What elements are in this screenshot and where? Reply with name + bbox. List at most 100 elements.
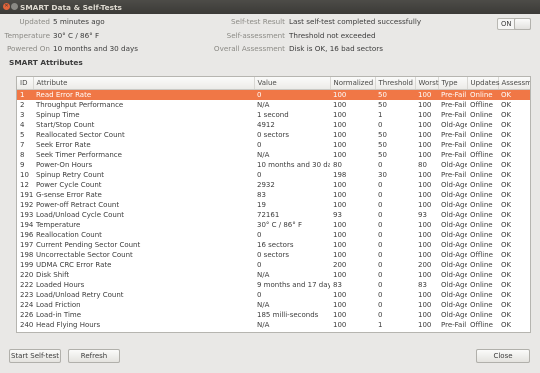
table-row[interactable]: 2 Throughput Performance N/A 100 50 100 Pre-Fa… xyxy=(17,100,530,110)
table-cell: OK xyxy=(501,180,512,189)
table-row[interactable]: 220 Disk Shift N/A 100 0 100 Old-Age Online OK xyxy=(17,270,530,280)
table-cell: N/A xyxy=(257,270,270,279)
start-self-test-button[interactable]: Start Self-test xyxy=(9,349,61,363)
table-cell: 0 xyxy=(378,250,383,259)
table-row[interactable]: 223 Load/Unload Retry Count 0 100 0 100 Old-Ag… xyxy=(17,290,530,300)
table-cell: Pre-Fail xyxy=(441,150,467,159)
table-cell: Old-Age xyxy=(441,300,467,309)
column-header-threshold[interactable]: Threshold xyxy=(375,77,416,90)
table-cell: 50 xyxy=(378,150,387,159)
table-cell: UDMA CRC Error Rate xyxy=(36,260,112,269)
table-cell: Old-Age xyxy=(441,280,467,289)
table-cell: Online xyxy=(470,170,493,179)
column-header-attribute[interactable]: Attribute xyxy=(33,77,255,90)
temperature-value: 30° C / 86° F xyxy=(53,31,100,40)
table-cell: 0 xyxy=(378,230,383,239)
close-button[interactable]: Close xyxy=(476,349,530,363)
table-row[interactable]: 12 Power Cycle Count 2932 100 0 100 Old-Age Onl… xyxy=(17,180,530,190)
column-header-type[interactable]: Type xyxy=(438,77,468,90)
table-row[interactable]: 191 G-sense Error Rate 83 100 0 100 Old-Age Onl… xyxy=(17,190,530,200)
overall-assessment-label: Overall Assessment xyxy=(213,44,285,53)
table-cell: 83 xyxy=(418,280,427,289)
column-header-assessment[interactable]: Assessment xyxy=(498,77,530,90)
table-cell: 9 months and 17 days xyxy=(257,280,330,289)
table-cell: Power-On Hours xyxy=(36,160,93,169)
column-header-worst[interactable]: Worst xyxy=(415,77,439,90)
table-cell: 10 months and 30 days xyxy=(257,160,330,169)
table-cell: Start/Stop Count xyxy=(36,120,95,129)
table-cell: 1 xyxy=(378,320,383,329)
table-cell: 0 xyxy=(257,260,262,269)
table-cell: 4912 xyxy=(257,120,275,129)
table-row[interactable]: 192 Power-off Retract Count 19 100 0 100 Old-A… xyxy=(17,200,530,210)
table-row[interactable]: 224 Load Friction N/A 100 0 100 Old-Age Online O… xyxy=(17,300,530,310)
table-row[interactable]: 9Power-On Hours10 months and 30 days8008… xyxy=(17,160,530,170)
self-test-toggle[interactable]: ON xyxy=(497,18,531,30)
table-cell: 100 xyxy=(333,230,347,239)
table-row[interactable]: 193 Load/Unload Cycle Count 72161 93 0 93 Old-… xyxy=(17,210,530,220)
table-cell: 100 xyxy=(418,140,432,149)
table-row[interactable]: 7 Seek Error Rate 0 100 50 100 Pre-Fail Online O… xyxy=(17,140,530,150)
table-cell: Load/Unload Retry Count xyxy=(36,290,124,299)
table-cell: Old-Age xyxy=(441,220,467,229)
table-cell: Temperature xyxy=(36,220,81,229)
table-row[interactable]: 240 Head Flying Hours N/A 100 1 100 Pre-Fail Of… xyxy=(17,320,530,330)
table-row[interactable]: 222 Loaded Hours 9 months and 17 days 83 0 83… xyxy=(17,280,530,290)
column-header-normalized[interactable]: Normalized xyxy=(330,77,376,90)
table-row[interactable]: 196 Reallocation Count 0 100 0 100 Old-Age Onli… xyxy=(17,230,530,240)
table-cell: OK xyxy=(501,230,512,239)
table-cell: OK xyxy=(501,100,512,109)
table-cell: 185 milli-seconds xyxy=(257,310,319,319)
table-cell: 0 xyxy=(257,230,262,239)
table-row[interactable]: 226 Load-in Time 185 milli-seconds 100 0 100 O… xyxy=(17,310,530,320)
table-cell: OK xyxy=(501,240,512,249)
table-cell: OK xyxy=(501,270,512,279)
table-cell: 83 xyxy=(333,280,342,289)
table-cell: 4 xyxy=(20,120,25,129)
minimize-window-icon[interactable] xyxy=(11,3,18,10)
table-cell: Reallocation Count xyxy=(36,230,102,239)
self-test-result-row: Self-test Result Last self-test complete… xyxy=(200,17,490,29)
column-header-value[interactable]: Value xyxy=(254,77,331,90)
table-cell: 72161 xyxy=(257,210,280,219)
table-cell: 0 xyxy=(378,300,383,309)
table-row[interactable]: 199 UDMA CRC Error Rate 0 200 0 200 Old-Age Onl… xyxy=(17,260,530,270)
table-cell: Online xyxy=(470,130,493,139)
table-row[interactable]: 5 Reallocated Sector Count 0 sectors 100 50 1… xyxy=(17,130,530,140)
table-cell: 192 xyxy=(20,200,33,209)
toggle-knob[interactable] xyxy=(514,18,531,30)
table-cell: Head Flying Hours xyxy=(36,320,101,329)
table-row[interactable]: 4 Start/Stop Count 4912 100 0 100 Old-Age Onlin… xyxy=(17,120,530,130)
refresh-button[interactable]: Refresh xyxy=(68,349,120,363)
table-cell: OK xyxy=(501,310,512,319)
table-cell: 223 xyxy=(20,290,33,299)
table-cell: 200 xyxy=(418,260,432,269)
table-cell: 0 sectors xyxy=(257,130,290,139)
table-cell: 0 xyxy=(378,280,383,289)
smart-attributes-table[interactable]: ID Attribute Value Normalized Threshold Worst… xyxy=(16,76,531,333)
table-row[interactable]: 10 Spinup Retry Count 0 198 30 100 Pre-Fail Onl… xyxy=(17,170,530,180)
table-cell: 100 xyxy=(333,220,347,229)
table-row[interactable]: 198 Uncorrectable Sector Count 0 sectors 10… xyxy=(17,250,530,260)
table-cell: 0 xyxy=(378,120,383,129)
table-cell: OK xyxy=(501,160,512,169)
table-row[interactable]: 197 Current Pending Sector Count 16 sector… xyxy=(17,240,530,250)
column-header-updates[interactable]: Updates xyxy=(467,77,500,90)
table-cell: 7 xyxy=(20,140,25,149)
table-cell: 0 xyxy=(378,290,383,299)
table-cell: Seek Error Rate xyxy=(36,140,91,149)
table-cell: 16 sectors xyxy=(257,240,294,249)
table-row[interactable]: 3 Spinup Time 1 second 100 1 100 Pre-Fail Onlin… xyxy=(17,110,530,120)
table-cell: Disk Shift xyxy=(36,270,70,279)
close-window-icon[interactable]: ✕ xyxy=(3,3,10,10)
table-row[interactable]: 194 Temperature 30° C / 86° F 100 0 100 Old-Ag… xyxy=(17,220,530,230)
table-cell: 9 xyxy=(20,160,25,169)
table-cell: 100 xyxy=(333,130,347,139)
table-cell: Offline xyxy=(470,250,493,259)
table-cell: 100 xyxy=(418,180,432,189)
column-header-id[interactable]: ID xyxy=(17,77,34,90)
table-row[interactable]: 8 Seek Timer Performance N/A 100 50 100 Pre-Fa… xyxy=(17,150,530,160)
table-cell: 0 xyxy=(254,89,330,100)
table-row[interactable]: 1 Read Error Rate 0 100 50 100 Pre-Fail Online O… xyxy=(17,89,530,100)
table-cell: 100 xyxy=(333,270,347,279)
